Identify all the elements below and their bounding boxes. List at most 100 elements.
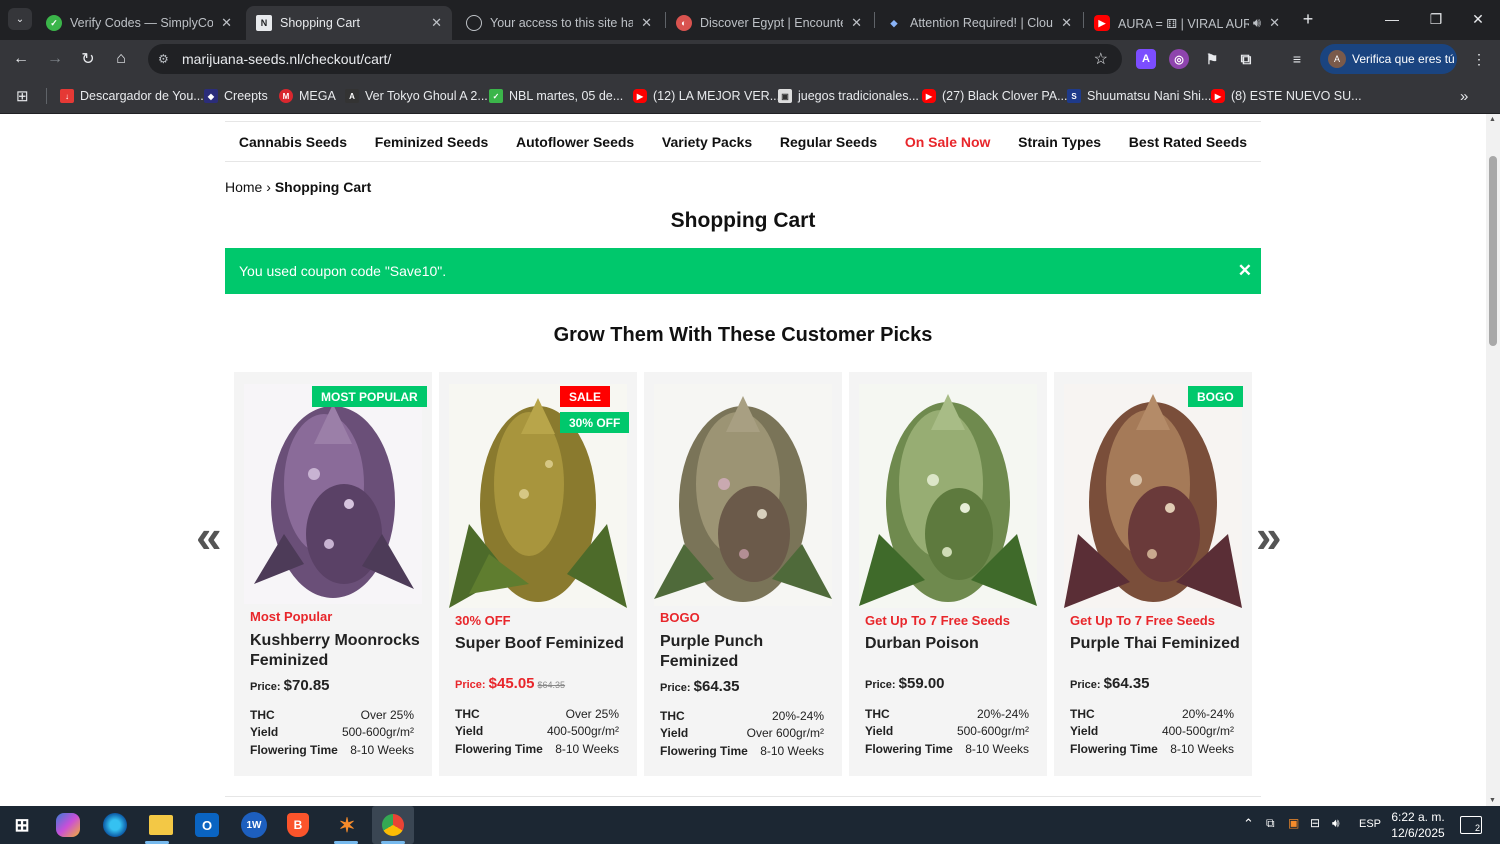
reading-list-icon[interactable]: ≡ — [1287, 49, 1307, 69]
chevron-right-icon: › — [266, 179, 275, 195]
bookmark-item[interactable]: ▶ (12) LA MEJOR VER... — [633, 86, 780, 106]
bookmark-item[interactable]: A Ver Tokyo Ghoul A 2... — [345, 86, 488, 106]
extension-purple-icon[interactable]: ◎ — [1169, 49, 1189, 69]
nav-feminized-seeds[interactable]: Feminized Seeds — [375, 134, 489, 150]
page-scrollbar[interactable]: ▲ ▼ — [1486, 114, 1500, 806]
bookmark-item[interactable]: ✓ NBL martes, 05 de... — [489, 86, 623, 106]
tab-cloudflare[interactable]: ◆ Attention Required! | Cloudfl ✕ — [876, 6, 1082, 40]
volume-icon[interactable]: 🔊︎ — [1332, 816, 1340, 831]
bookmark-item[interactable]: ▶ (27) Black Clover PA... — [922, 86, 1068, 106]
tray-app-icon[interactable]: ⧉ — [1266, 816, 1275, 831]
nav-autoflower-seeds[interactable]: Autoflower Seeds — [516, 134, 634, 150]
nav-regular-seeds[interactable]: Regular Seeds — [780, 134, 877, 150]
product-image[interactable] — [244, 384, 422, 604]
bookmark-item[interactable]: ▶ (8) ESTE NUEVO SU... — [1211, 86, 1362, 106]
picks-title: Grow Them With These Customer Picks — [553, 324, 933, 346]
windows-start-icon[interactable]: ⊞ — [8, 811, 36, 839]
tab-title: AURA = ⚅ | VIRAL AUR — [1118, 16, 1249, 31]
product-image[interactable] — [859, 384, 1037, 608]
spec-label: Flowering Time — [455, 741, 543, 756]
tab-shopping-cart[interactable]: N Shopping Cart ✕ — [246, 6, 452, 40]
bookmark-item[interactable]: M MEGA — [279, 86, 336, 106]
more-bookmarks-icon[interactable]: » — [1460, 86, 1468, 106]
reload-button[interactable]: ↻ — [75, 46, 101, 72]
nav-strain-types[interactable]: Strain Types — [1018, 134, 1101, 150]
spec-value: 8-10 Weeks — [555, 741, 619, 756]
product-card[interactable]: Get Up To 7 Free Seeds Durban Poison Pri… — [849, 372, 1047, 776]
profile-button[interactable]: A Verifica que eres tú — [1320, 44, 1457, 74]
forward-button[interactable]: → — [42, 46, 68, 72]
home-button[interactable]: ⌂ — [108, 46, 134, 72]
close-tab-icon[interactable]: ✕ — [221, 15, 232, 31]
tab-youtube[interactable]: ▶ AURA = ⚅ | VIRAL AUR 🔊︎ ✕ — [1084, 6, 1290, 40]
bookmark-item[interactable]: ↓ Descargador de You... — [60, 86, 204, 106]
nav-cannabis-seeds[interactable]: Cannabis Seeds — [239, 134, 347, 150]
app-star-icon[interactable]: ✶ — [333, 811, 361, 839]
tab-encounters[interactable]: ◐ Discover Egypt | Encounters ✕ — [666, 6, 872, 40]
product-name[interactable]: Kushberry Moonrocks Feminized — [250, 631, 420, 671]
nav-variety-packs[interactable]: Variety Packs — [662, 134, 752, 150]
bookmark-star-icon[interactable]: ☆ — [1094, 49, 1108, 69]
network-icon[interactable]: ⊟ — [1310, 816, 1320, 830]
product-card[interactable]: SALE 30% OFF 30% OFF Super Boof Feminize… — [439, 372, 637, 776]
extension-a-icon[interactable]: A — [1136, 49, 1156, 69]
file-explorer-icon[interactable] — [149, 815, 173, 835]
product-card[interactable]: BOGO Get Up To 7 Free Seeds Purple Thai … — [1054, 372, 1252, 776]
scroll-down-icon[interactable]: ▼ — [1489, 797, 1496, 804]
tray-overflow-icon[interactable]: ⌃ — [1243, 816, 1254, 832]
close-tab-icon[interactable]: ✕ — [851, 15, 862, 31]
bookmark-item[interactable]: S Shuumatsu Nani Shi... — [1067, 86, 1211, 106]
bookmark-label: Descargador de You... — [80, 89, 204, 103]
speaker-icon[interactable]: 🔊︎ — [1253, 15, 1261, 31]
product-image[interactable] — [654, 384, 832, 606]
close-tab-icon[interactable]: ✕ — [641, 15, 652, 31]
address-bar[interactable]: ⚙ marijuana-seeds.nl/checkout/cart/ ☆ — [148, 44, 1122, 74]
1weather-icon[interactable]: 1W — [241, 812, 267, 838]
tab-simplycodes[interactable]: ✓ Verify Codes — SimplyCodes ✕ — [36, 6, 242, 40]
notification-center-icon[interactable]: 2 — [1460, 816, 1482, 834]
nav-on-sale-now[interactable]: On Sale Now — [905, 134, 991, 150]
copilot-icon[interactable] — [56, 813, 80, 837]
nav-best-rated-seeds[interactable]: Best Rated Seeds — [1129, 134, 1247, 150]
close-window-button[interactable]: ✕ — [1456, 0, 1500, 38]
scrollbar-thumb[interactable] — [1489, 156, 1497, 346]
chrome-menu-icon[interactable]: ⋮ — [1466, 46, 1492, 72]
new-tab-button[interactable]: + — [1286, 0, 1330, 38]
product-name[interactable]: Purple Thai Feminized — [1070, 634, 1240, 654]
scroll-up-icon[interactable]: ▲ — [1489, 116, 1496, 123]
url-text[interactable]: marijuana-seeds.nl/checkout/cart/ — [182, 51, 391, 67]
product-image[interactable] — [1064, 384, 1242, 608]
close-tab-icon[interactable]: ✕ — [1061, 15, 1072, 31]
back-button[interactable]: ← — [8, 46, 34, 72]
close-tab-icon[interactable]: ✕ — [1269, 15, 1280, 31]
carousel-prev-button[interactable]: « — [196, 511, 222, 561]
apps-grid-icon[interactable]: ⊞ — [16, 86, 29, 106]
language-indicator[interactable]: ESP — [1359, 818, 1381, 830]
restore-button[interactable]: ❐ — [1414, 0, 1458, 38]
outlook-icon[interactable]: O — [195, 813, 219, 837]
bookmark-item[interactable]: ◆ Creepts — [204, 86, 268, 106]
minimize-button[interactable]: — — [1370, 0, 1414, 38]
edge-icon[interactable] — [103, 813, 127, 837]
clock[interactable]: 6:22 a. m. 12/6/2025 — [1388, 809, 1448, 841]
product-card[interactable]: BOGO Purple Punch Feminized Price: $64.3… — [644, 372, 842, 776]
brave-icon[interactable]: B — [287, 813, 309, 837]
tab-search-button[interactable]: ⌄ — [8, 8, 32, 30]
product-name[interactable]: Durban Poison — [865, 634, 1035, 654]
product-name[interactable]: Purple Punch Feminized — [660, 632, 830, 672]
product-card[interactable]: MOST POPULAR Most Popular Kushberry Moon… — [234, 372, 432, 776]
avatar: A — [1328, 50, 1346, 68]
breadcrumb-home[interactable]: Home — [225, 179, 262, 195]
product-name[interactable]: Super Boof Feminized — [455, 634, 625, 654]
close-tab-icon[interactable]: ✕ — [431, 15, 442, 31]
extensions-puzzle-icon[interactable]: ⧉ — [1236, 49, 1256, 69]
carousel-next-button[interactable]: » — [1256, 511, 1282, 561]
tray-security-icon[interactable]: ▣ — [1288, 816, 1299, 830]
extension-dolphin-icon[interactable]: ⚑ — [1202, 49, 1222, 69]
tab-access-denied[interactable]: Your access to this site has b ✕ — [456, 6, 662, 40]
site-settings-icon[interactable]: ⚙ — [158, 52, 176, 66]
close-notice-icon[interactable]: ✕ — [1238, 261, 1252, 281]
youtube-icon: ▶ — [1211, 89, 1225, 103]
chrome-taskbar-button[interactable] — [372, 806, 414, 844]
bookmark-item[interactable]: ▣ juegos tradicionales... — [778, 86, 919, 106]
